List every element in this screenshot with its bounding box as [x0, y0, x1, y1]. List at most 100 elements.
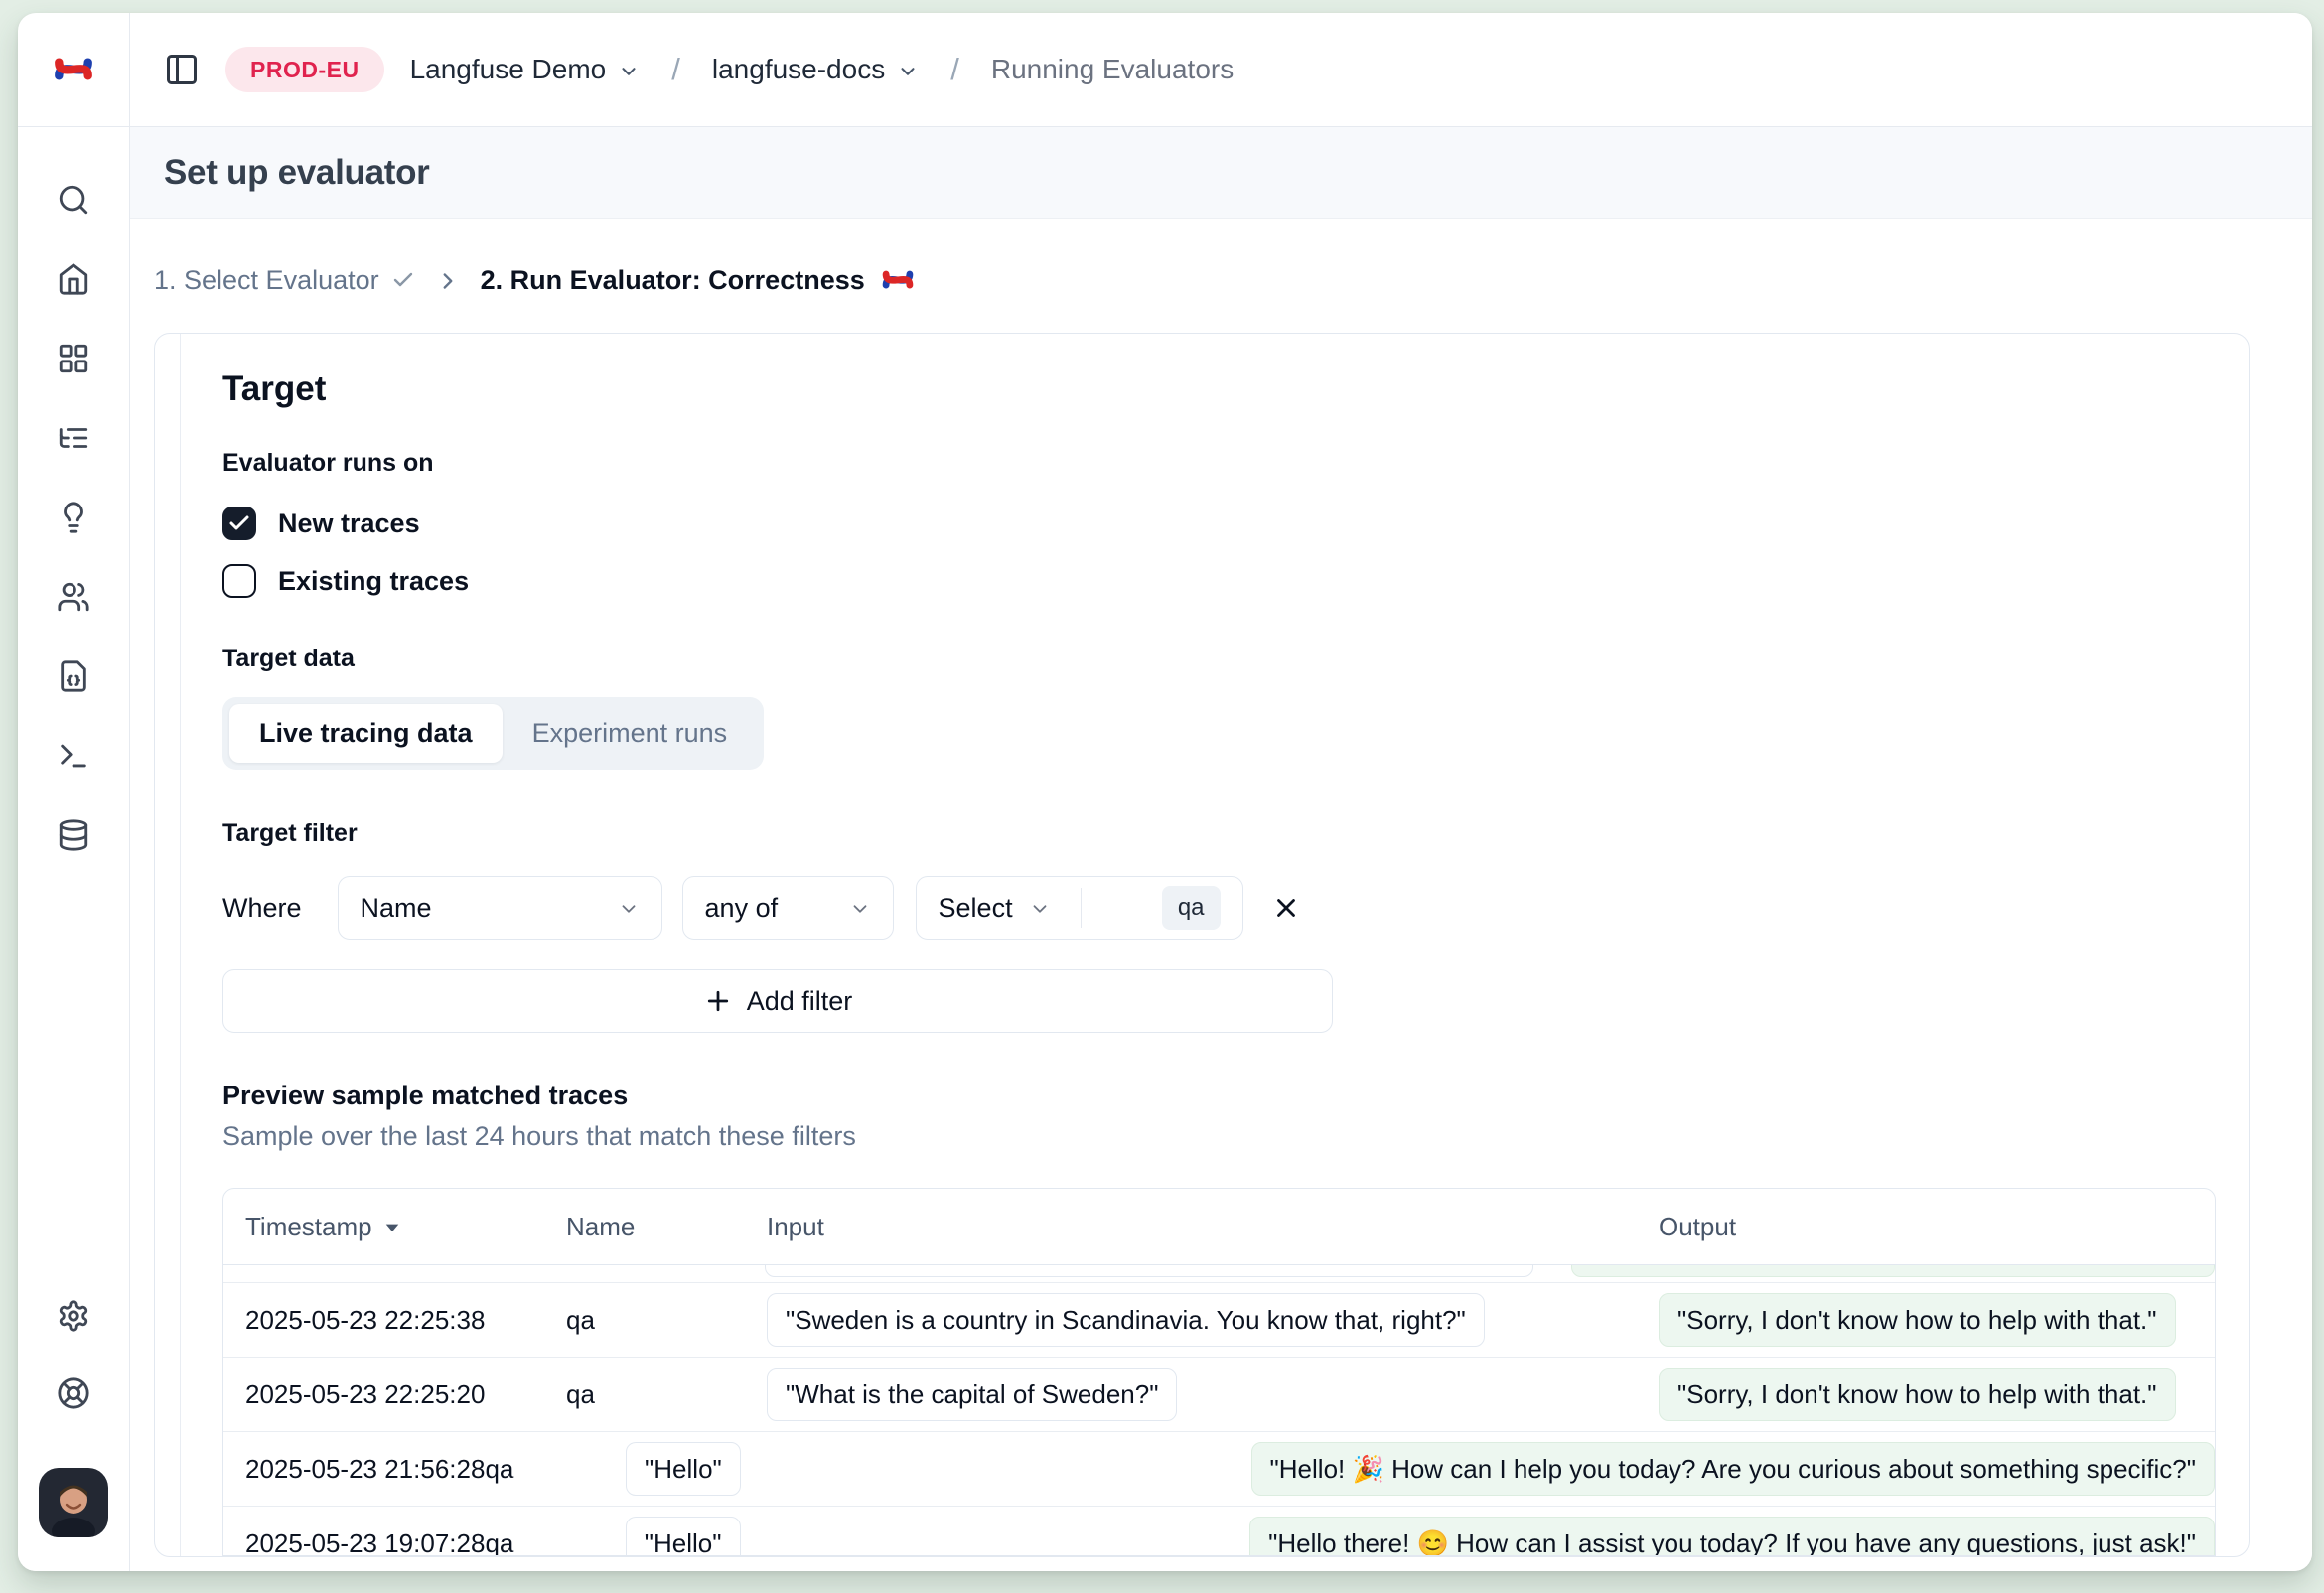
page-title: Set up evaluator: [164, 153, 430, 193]
table-header: Timestamp Name Input Output: [223, 1189, 2215, 1265]
output-box-clipped: [1571, 1265, 2215, 1277]
app-logo[interactable]: [18, 13, 130, 127]
checkbox-existing-traces[interactable]: [222, 564, 256, 598]
output-box: "Hello there! 😊 How can I assist you tod…: [1249, 1517, 2215, 1557]
org-name: Langfuse Demo: [410, 54, 607, 85]
add-filter-label: Add filter: [747, 986, 853, 1017]
step1-label: 1. Select Evaluator: [154, 265, 379, 296]
filter-operator-select[interactable]: any of: [682, 876, 894, 940]
column-header-name: Name: [566, 1212, 767, 1242]
chevron-right-icon: [435, 268, 461, 294]
filter-value-chip: qa: [1162, 886, 1221, 930]
app-window: PROD-EU Langfuse Demo / langfuse-docs / …: [18, 13, 2312, 1571]
sidebar-toggle-button[interactable]: [164, 52, 200, 87]
option-new-traces: New traces: [222, 500, 420, 547]
cell-timestamp: 2025-05-23 19:07:28: [223, 1528, 485, 1557]
step-select-evaluator[interactable]: 1. Select Evaluator: [154, 265, 415, 296]
wizard-content: 1. Select Evaluator 2. Run Evaluator: Co…: [130, 219, 2312, 1571]
remove-filter-button[interactable]: [1271, 893, 1301, 923]
user-avatar[interactable]: [39, 1468, 108, 1537]
table-row-partial: [223, 1265, 2215, 1283]
project-name: langfuse-docs: [712, 54, 885, 85]
langfuse-icon: [881, 263, 915, 297]
output-box: "Hello! 🎉 How can I help you today? Are …: [1251, 1442, 2215, 1496]
tracing-tree-icon[interactable]: [57, 421, 90, 455]
output-box: "Sorry, I don't know how to help with th…: [1659, 1293, 2176, 1347]
column-header-timestamp[interactable]: Timestamp: [223, 1212, 566, 1242]
org-switcher[interactable]: Langfuse Demo: [410, 54, 641, 85]
where-label: Where: [222, 893, 302, 924]
sidebar-footer: [39, 1299, 108, 1537]
input-box: "What is the capital of Sweden?": [767, 1368, 1177, 1421]
cell-name: qa: [485, 1454, 626, 1485]
search-icon[interactable]: [57, 183, 90, 217]
settings-gear-icon[interactable]: [57, 1299, 90, 1333]
filter-value-select[interactable]: Select qa: [916, 876, 1243, 940]
table-row: 2025-05-23 22:25:38 qa "Sweden is a coun…: [223, 1283, 2215, 1358]
input-box: "Hello": [626, 1442, 741, 1496]
environment-badge: PROD-EU: [225, 47, 384, 92]
datasets-database-icon[interactable]: [57, 818, 90, 852]
breadcrumb-separator: /: [944, 52, 965, 87]
breadcrumb-current: Running Evaluators: [991, 54, 1234, 85]
preview-heading: Preview sample matched traces: [222, 1081, 628, 1111]
output-box: "Sorry, I don't know how to help with th…: [1659, 1368, 2176, 1421]
main-area: Set up evaluator 1. Select Evaluator 2. …: [130, 127, 2312, 1571]
breadcrumb-separator: /: [665, 52, 686, 87]
filter-column-select[interactable]: Name: [338, 876, 662, 940]
target-filter-label: Target filter: [222, 819, 358, 848]
lightbulb-icon[interactable]: [57, 501, 90, 534]
input-box-clipped: [765, 1265, 1533, 1277]
check-icon: [391, 268, 415, 292]
column-header-input: Input: [767, 1212, 1659, 1242]
playground-terminal-icon[interactable]: [57, 739, 90, 773]
input-box: "Sweden is a country in Scandinavia. You…: [767, 1293, 1485, 1347]
page-title-band: Set up evaluator: [130, 127, 2312, 219]
target-heading: Target: [222, 369, 326, 409]
traces-table: Timestamp Name Input Output: [222, 1188, 2216, 1556]
checkbox-new-traces[interactable]: [222, 507, 256, 540]
table-row: 2025-05-23 21:56:28 qa "Hello" "Hello! 🎉…: [223, 1432, 2215, 1507]
cell-name: qa: [566, 1305, 767, 1336]
checkbox-label: Existing traces: [278, 566, 469, 597]
topbar: PROD-EU Langfuse Demo / langfuse-docs / …: [130, 13, 2312, 127]
sidebar: [18, 127, 130, 1571]
checkbox-label: New traces: [278, 508, 420, 539]
filter-row: Where Name any of: [222, 876, 1301, 940]
cell-name: qa: [485, 1528, 625, 1557]
cell-name: qa: [566, 1379, 767, 1410]
sort-descending-icon: [382, 1218, 402, 1237]
filter-operator-value: any of: [705, 893, 779, 924]
filter-column-value: Name: [361, 893, 432, 924]
option-existing-traces: Existing traces: [222, 557, 469, 605]
add-filter-button[interactable]: Add filter: [222, 969, 1333, 1033]
cell-timestamp: 2025-05-23 22:25:20: [223, 1379, 566, 1410]
target-data-label: Target data: [222, 645, 355, 673]
timestamp-header-label: Timestamp: [245, 1212, 372, 1242]
cell-timestamp: 2025-05-23 21:56:28: [223, 1454, 485, 1485]
chevron-down-icon: [897, 61, 919, 82]
step-run-evaluator[interactable]: 2. Run Evaluator: Correctness: [481, 263, 915, 297]
home-icon[interactable]: [57, 262, 90, 296]
target-data-segmented-control: Live tracing data Experiment runs: [222, 697, 764, 770]
chevron-down-icon: [618, 61, 640, 82]
filter-value-placeholder: Select: [939, 893, 1013, 924]
langfuse-logo-icon: [53, 49, 94, 90]
runs-on-label: Evaluator runs on: [222, 449, 434, 478]
prompts-file-code-icon[interactable]: [57, 659, 90, 693]
table-row: 2025-05-23 19:07:28 qa "Hello" "Hello th…: [223, 1507, 2215, 1556]
tab-experiment-runs[interactable]: Experiment runs: [503, 704, 758, 763]
users-icon[interactable]: [57, 580, 90, 614]
plus-icon: [703, 986, 733, 1016]
chevron-down-icon: [618, 898, 640, 920]
dashboard-grid-icon[interactable]: [57, 342, 90, 375]
cell-timestamp: 2025-05-23 22:25:38: [223, 1305, 566, 1336]
input-box: "Hello": [626, 1517, 741, 1557]
wizard-steps: 1. Select Evaluator 2. Run Evaluator: Co…: [154, 263, 2312, 297]
step2-label: 2. Run Evaluator: Correctness: [481, 265, 865, 296]
project-switcher[interactable]: langfuse-docs: [712, 54, 919, 85]
select-divider: [1081, 888, 1082, 928]
target-card: Target Evaluator runs on New traces Exis…: [154, 333, 2250, 1557]
support-lifebuoy-icon[interactable]: [57, 1376, 90, 1410]
tab-live-tracing-data[interactable]: Live tracing data: [229, 704, 503, 763]
